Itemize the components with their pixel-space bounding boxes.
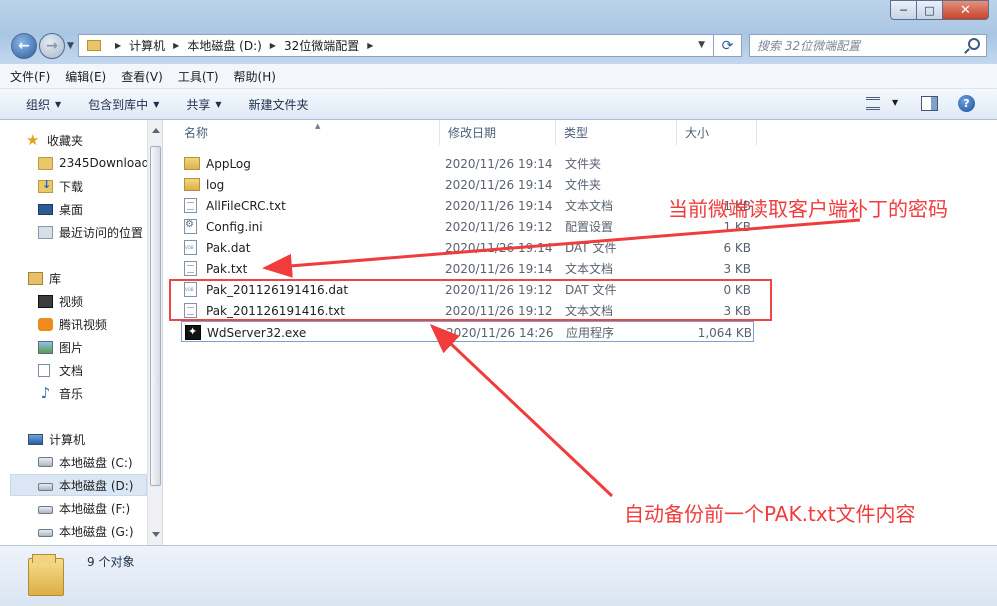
annotation-password-note: 当前微端读取客户端补丁的密码 [668, 197, 948, 221]
item-count: 9 个对象 [87, 555, 135, 569]
annotation-backup-note: 自动备份前一个PAK.txt文件内容 [624, 502, 916, 526]
arrow-to-backup-files [429, 323, 614, 498]
status-bar: 9 个对象 [0, 545, 997, 606]
folder-icon [28, 552, 64, 596]
arrow-to-pak-txt [262, 218, 861, 278]
